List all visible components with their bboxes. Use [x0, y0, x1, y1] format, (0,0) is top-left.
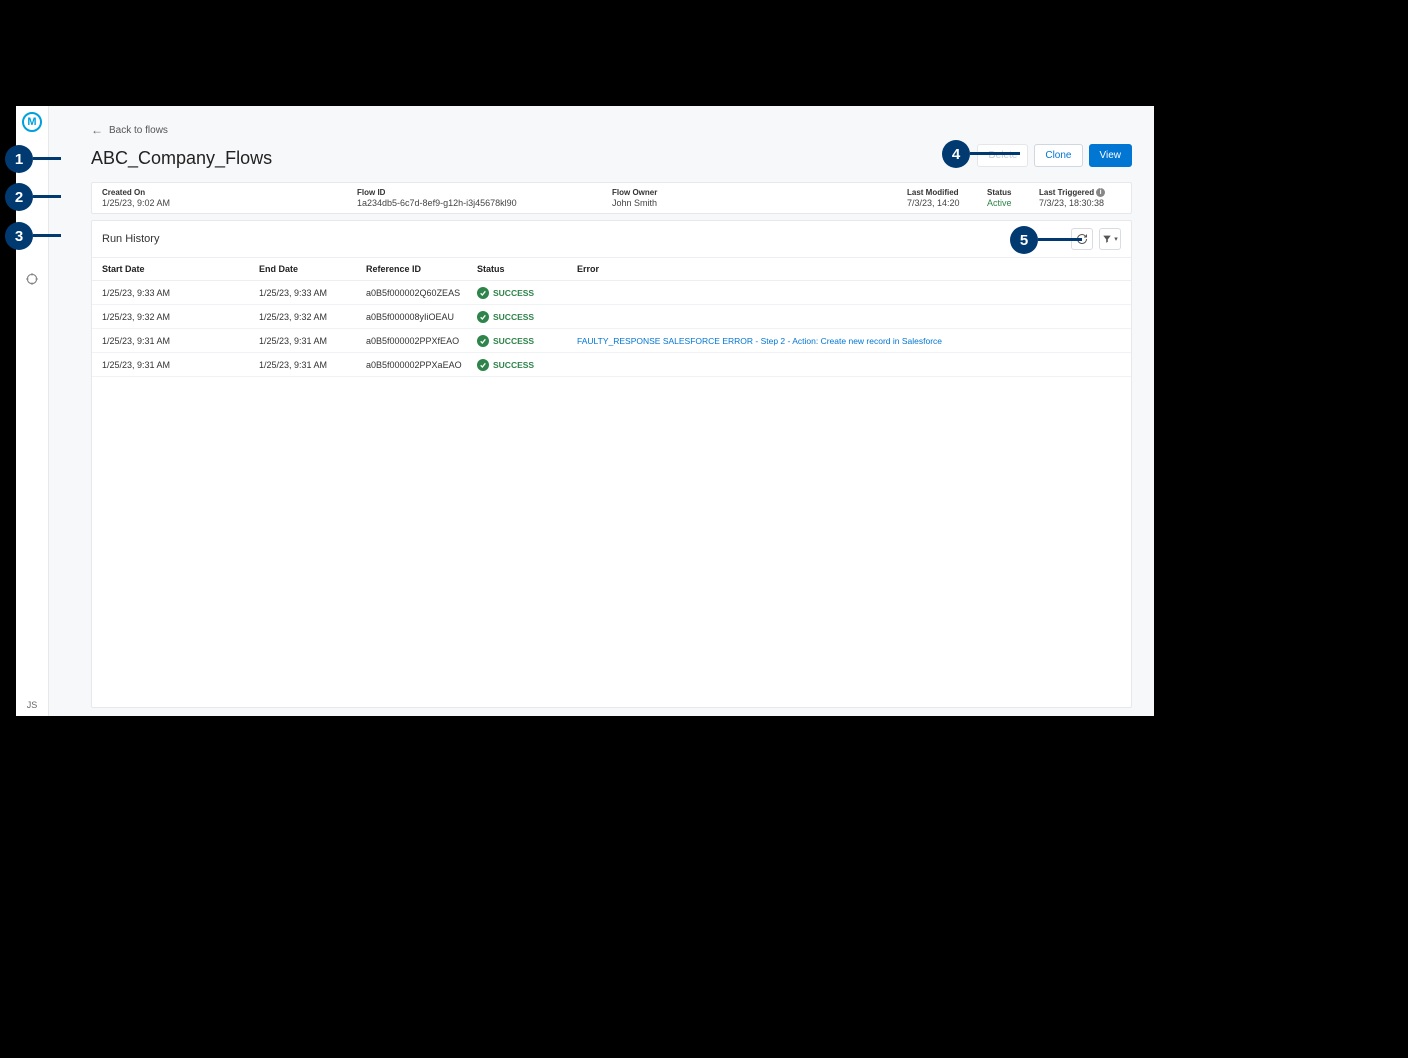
col-error[interactable]: Error: [577, 264, 1121, 274]
run-history-title: Run History: [102, 233, 159, 245]
callout-1-line: [33, 157, 61, 160]
run-history-header: Run History ▾: [92, 221, 1131, 257]
rail-target-icon[interactable]: [25, 272, 39, 286]
app-frame: M JS ← Back to flows ABC_Company_Flows D…: [16, 106, 1154, 716]
col-end[interactable]: End Date: [259, 264, 366, 274]
info-status: Status Active: [987, 187, 1039, 209]
cell-status: SUCCESS: [477, 359, 577, 371]
success-icon: [477, 359, 489, 371]
error-link[interactable]: FAULTY_RESPONSE SALESFORCE ERROR - Step …: [577, 336, 942, 346]
col-start[interactable]: Start Date: [102, 264, 259, 274]
table-row[interactable]: 1/25/23, 9:31 AM1/25/23, 9:31 AMa0B5f000…: [92, 353, 1131, 377]
page-title: ABC_Company_Flows: [91, 148, 272, 169]
cell-end: 1/25/23, 9:31 AM: [259, 336, 366, 346]
cell-start: 1/25/23, 9:31 AM: [102, 360, 259, 370]
logo-icon: M: [22, 112, 42, 132]
table-row[interactable]: 1/25/23, 9:31 AM1/25/23, 9:31 AMa0B5f000…: [92, 329, 1131, 353]
cell-ref: a0B5f000002Q60ZEAS: [366, 288, 477, 298]
chevron-down-icon: ▾: [1114, 235, 1118, 243]
cell-status: SUCCESS: [477, 311, 577, 323]
flow-info-bar: Created On 1/25/23, 9:02 AM Flow ID 1a23…: [91, 182, 1132, 214]
info-last-triggered: Last Triggeredi 7/3/23, 18:30:38: [1039, 187, 1121, 209]
cell-error: FAULTY_RESPONSE SALESFORCE ERROR - Step …: [577, 336, 1121, 346]
content-area: ← Back to flows ABC_Company_Flows Delete…: [49, 106, 1154, 716]
callout-3: 3: [5, 222, 33, 250]
rail-user-initials[interactable]: JS: [16, 700, 48, 710]
callout-3-line: [33, 234, 61, 237]
callout-2: 2: [5, 183, 33, 211]
callout-1: 1: [5, 145, 33, 173]
info-icon[interactable]: i: [1096, 188, 1105, 197]
cell-start: 1/25/23, 9:33 AM: [102, 288, 259, 298]
callout-5: 5: [1010, 226, 1038, 254]
cell-start: 1/25/23, 9:31 AM: [102, 336, 259, 346]
success-icon: [477, 335, 489, 347]
success-icon: [477, 287, 489, 299]
clone-button[interactable]: Clone: [1034, 144, 1082, 167]
run-history-panel: Run History ▾ Start Date End Date Refere…: [91, 220, 1132, 708]
cell-ref: a0B5f000002PPXfEAO: [366, 336, 477, 346]
run-history-grid: Start Date End Date Reference ID Status …: [92, 257, 1131, 377]
back-link-label: Back to flows: [109, 125, 168, 136]
view-button[interactable]: View: [1089, 144, 1133, 167]
cell-ref: a0B5f000002PPXaEAO: [366, 360, 477, 370]
callout-2-line: [33, 195, 61, 198]
callout-4-line: [970, 152, 1020, 155]
callout-4: 4: [942, 140, 970, 168]
callout-5-line: [1038, 238, 1082, 241]
cell-status: SUCCESS: [477, 335, 577, 347]
info-flow-id: Flow ID 1a234db5-6c7d-8ef9-g12h-i3j45678…: [357, 187, 612, 209]
cell-end: 1/25/23, 9:31 AM: [259, 360, 366, 370]
success-icon: [477, 311, 489, 323]
cell-status: SUCCESS: [477, 287, 577, 299]
grid-header-row: Start Date End Date Reference ID Status …: [92, 257, 1131, 281]
filter-button[interactable]: ▾: [1099, 228, 1121, 250]
cell-ref: a0B5f000008yIiOEAU: [366, 312, 477, 322]
action-buttons: Delete Clone View: [977, 144, 1132, 167]
col-ref[interactable]: Reference ID: [366, 264, 477, 274]
table-row[interactable]: 1/25/23, 9:32 AM1/25/23, 9:32 AMa0B5f000…: [92, 305, 1131, 329]
delete-button: Delete: [977, 144, 1028, 167]
cell-end: 1/25/23, 9:33 AM: [259, 288, 366, 298]
back-arrow-icon: ←: [91, 123, 103, 137]
table-row[interactable]: 1/25/23, 9:33 AM1/25/23, 9:33 AMa0B5f000…: [92, 281, 1131, 305]
back-to-flows-link[interactable]: ← Back to flows: [91, 123, 168, 137]
info-last-modified: Last Modified 7/3/23, 14:20: [907, 187, 987, 209]
col-status[interactable]: Status: [477, 264, 577, 274]
cell-end: 1/25/23, 9:32 AM: [259, 312, 366, 322]
cell-start: 1/25/23, 9:32 AM: [102, 312, 259, 322]
info-created-on: Created On 1/25/23, 9:02 AM: [102, 187, 357, 209]
info-flow-owner: Flow Owner John Smith: [612, 187, 907, 209]
